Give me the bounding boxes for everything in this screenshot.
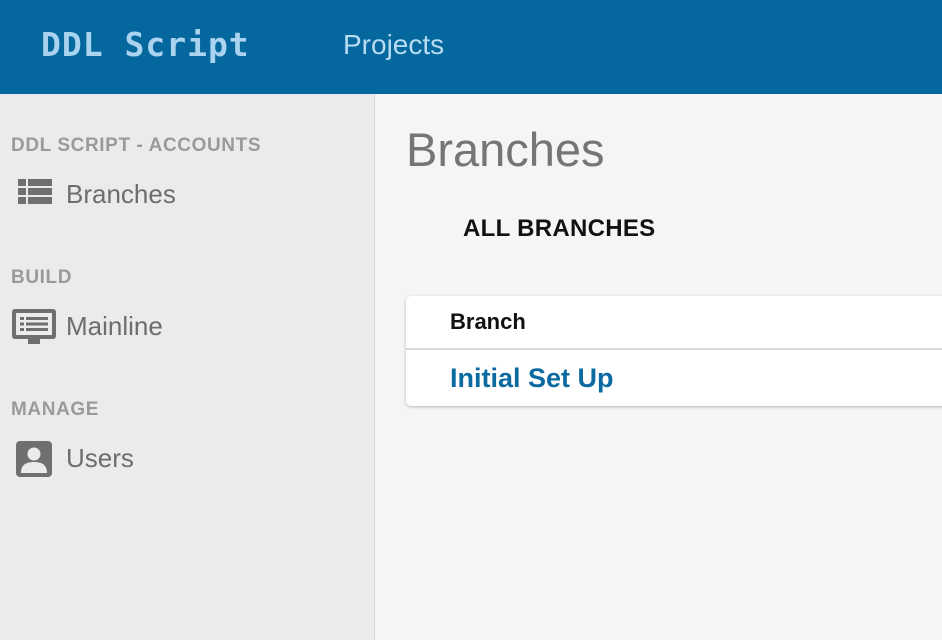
monitor-icon — [11, 308, 59, 344]
sidebar-item-label: Users — [66, 443, 134, 473]
tab-all-branches[interactable]: ALL BRANCHES — [463, 214, 656, 244]
sidebar-item-branches[interactable]: Branches — [11, 174, 351, 214]
column-header-branch[interactable]: Branch — [450, 308, 526, 336]
sidebar-heading-build: BUILD — [11, 267, 73, 288]
branch-link[interactable]: Initial Set Up — [450, 362, 614, 394]
sidebar-item-users[interactable]: Users — [11, 438, 351, 478]
sidebar-item-label: Branches — [66, 179, 176, 209]
sidebar-heading-manage: MANAGE — [11, 399, 100, 420]
top-header: DDL Script Projects — [0, 0, 942, 94]
nav-link-projects[interactable]: Projects — [343, 28, 444, 62]
main-content: Branches ALL BRANCHES Branch Initial Set… — [375, 94, 942, 640]
user-icon — [11, 440, 59, 477]
table-header: Branch — [406, 296, 942, 350]
sidebar: DDL SCRIPT - ACCOUNTS Branches BUILD Mai… — [0, 94, 375, 640]
page-title: Branches — [406, 123, 605, 176]
sidebar-item-label: Mainline — [66, 311, 163, 341]
branches-table: Branch Initial Set Up — [406, 296, 942, 406]
table-row: Initial Set Up — [406, 350, 942, 406]
list-icon — [11, 176, 59, 212]
sidebar-item-mainline[interactable]: Mainline — [11, 306, 351, 346]
brand-logo-text[interactable]: DDL Script — [41, 25, 250, 65]
sidebar-heading-project: DDL SCRIPT - ACCOUNTS — [11, 135, 262, 156]
